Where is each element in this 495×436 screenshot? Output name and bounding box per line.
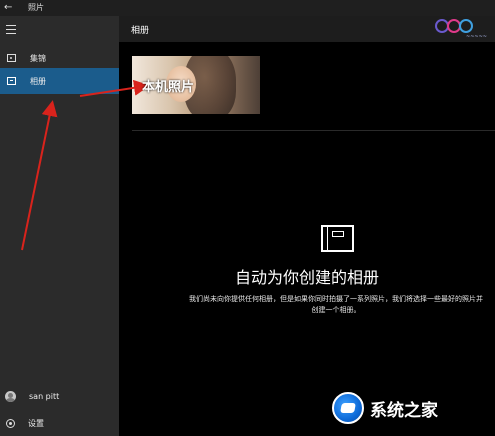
- hamburger-menu-icon[interactable]: [6, 25, 16, 37]
- page-header: 相册 ~~~~~: [119, 16, 495, 42]
- divider: [132, 130, 495, 131]
- watermark-bottom: 系统之家: [332, 390, 495, 430]
- user-name: san pitt: [29, 391, 60, 401]
- collection-icon: [7, 54, 16, 62]
- page-title: 相册: [131, 26, 150, 36]
- album-large-icon: [321, 225, 354, 252]
- empty-state-title: 自动为你创建的相册: [234, 268, 379, 287]
- album-card-local-photos[interactable]: 本机照片: [132, 56, 260, 114]
- window-title: 照片: [28, 3, 44, 12]
- sidebar: 集锦 相册 san pitt 设置: [0, 16, 119, 436]
- title-bar: ← 照片: [0, 0, 495, 16]
- watermark-logo-icon: ~~~~~: [427, 18, 487, 40]
- watermark-logo-icon: [332, 392, 364, 424]
- empty-state-description: 我们尚未向你提供任何相册，但是如果你同时拍摄了一系列照片，我们将选择一些最好的照…: [189, 295, 483, 314]
- back-arrow-icon[interactable]: ←: [4, 1, 12, 15]
- user-account[interactable]: san pitt: [0, 386, 119, 406]
- sidebar-item-albums[interactable]: 相册: [0, 68, 119, 94]
- sidebar-item-label: 集锦: [30, 53, 46, 63]
- settings-label: 设置: [28, 418, 44, 428]
- sidebar-item-label: 相册: [30, 76, 46, 86]
- album-icon: [7, 77, 16, 85]
- watermark-text: 系统之家: [370, 401, 438, 421]
- album-label: 本机照片: [142, 80, 195, 95]
- avatar-icon: [5, 390, 16, 402]
- gear-icon: [6, 418, 15, 428]
- settings-button[interactable]: 设置: [0, 413, 119, 433]
